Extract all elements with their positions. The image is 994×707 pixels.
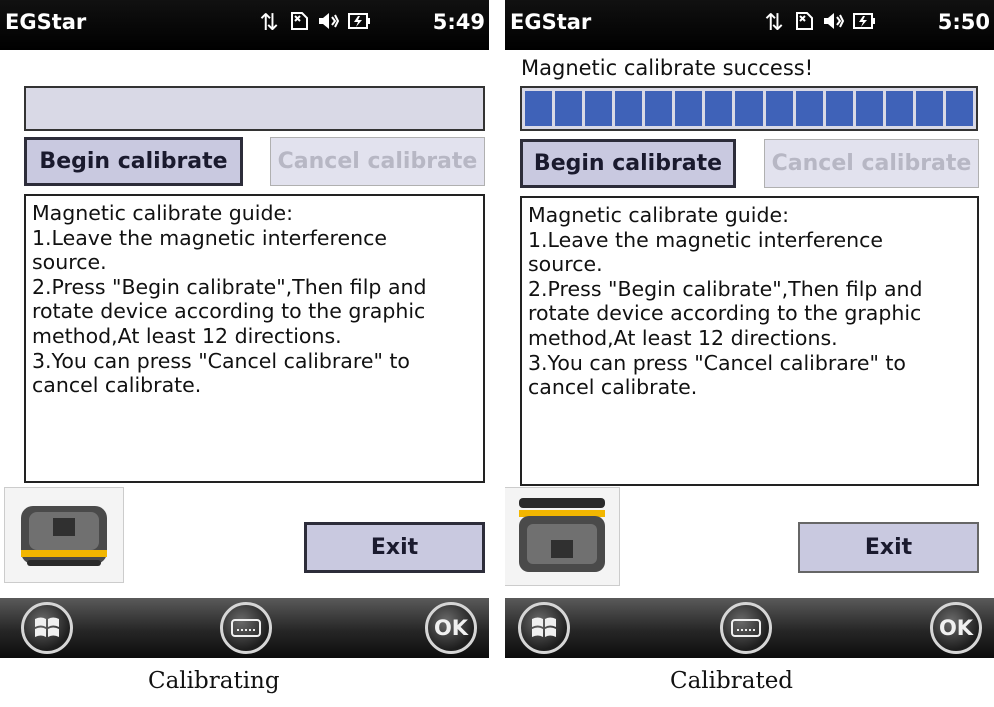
keyboard-button[interactable]	[220, 602, 272, 654]
clock: 5:50	[937, 10, 990, 34]
status-icons: ⇅	[257, 10, 371, 38]
title-bar: EGStar ⇅ 5:50	[505, 0, 994, 50]
battery-icon[interactable]	[852, 10, 876, 38]
guide-line: rotate device according to the graphic	[32, 299, 426, 324]
begin-calibrate-button[interactable]: Begin calibrate	[24, 137, 243, 186]
calibrating-screen: EGStar ⇅ 5:49 Begin calibrate Cancel cal…	[0, 0, 489, 658]
start-button[interactable]	[518, 602, 570, 654]
guide-line: cancel calibrate.	[32, 373, 202, 398]
taskbar: OK	[505, 598, 994, 658]
cancel-calibrate-button[interactable]: Cancel calibrate	[270, 137, 485, 186]
guide-line: method,At least 12 directions.	[528, 325, 838, 350]
volume-icon[interactable]	[822, 10, 846, 38]
progress-segment	[945, 91, 973, 126]
progress-segment	[765, 91, 793, 126]
keyboard-button[interactable]	[720, 602, 772, 654]
progress-segment	[615, 91, 643, 126]
exit-button[interactable]: Exit	[304, 522, 485, 573]
calibration-progress-bar	[24, 86, 485, 131]
no-sim-icon[interactable]	[792, 10, 816, 38]
cancel-calibrate-button[interactable]: Cancel calibrate	[764, 139, 979, 188]
progress-segment	[915, 91, 943, 126]
progress-segment	[795, 91, 823, 126]
progress-segment	[825, 91, 853, 126]
sync-icon[interactable]: ⇅	[762, 10, 786, 38]
guide-line: 2.Press "Begin calibrate",Then filp and	[528, 276, 923, 301]
app-title: EGStar	[5, 10, 87, 34]
device-orientation-image	[505, 487, 620, 586]
taskbar: OK	[0, 598, 489, 658]
guide-line: 3.You can press "Cancel calibrare" to	[32, 348, 410, 373]
progress-segment	[855, 91, 883, 126]
keyboard-icon	[731, 619, 761, 637]
no-sim-icon[interactable]	[287, 10, 311, 38]
sync-icon[interactable]: ⇅	[257, 10, 281, 38]
windows-logo-icon	[35, 617, 59, 637]
caption-calibrated: Calibrated	[670, 668, 794, 694]
exit-button[interactable]: Exit	[798, 522, 979, 573]
guide-line: 3.You can press "Cancel calibrare" to	[528, 350, 906, 375]
status-message: Magnetic calibrate success!	[521, 56, 814, 80]
progress-segment	[675, 91, 703, 126]
progress-segment	[885, 91, 913, 126]
start-button[interactable]	[21, 602, 73, 654]
calibration-progress-bar	[520, 86, 978, 131]
calibrated-screen: EGStar ⇅ 5:50 Magnetic calibrate success…	[505, 0, 994, 658]
caption-calibrating: Calibrating	[148, 668, 280, 694]
app-title: EGStar	[510, 10, 592, 34]
battery-icon[interactable]	[347, 10, 371, 38]
guide-line: Magnetic calibrate guide:	[32, 201, 294, 225]
guide-line: Magnetic calibrate guide:	[528, 203, 790, 227]
progress-segment	[645, 91, 673, 126]
begin-calibrate-button[interactable]: Begin calibrate	[520, 139, 736, 188]
clock: 5:49	[432, 10, 485, 34]
status-icons: ⇅	[762, 10, 876, 38]
progress-segment	[585, 91, 613, 126]
device-orientation-image	[4, 487, 124, 583]
progress-fill	[525, 91, 973, 126]
guide-line: cancel calibrate.	[528, 375, 698, 400]
calibration-guide: Magnetic calibrate guide: 1.Leave the ma…	[24, 194, 485, 483]
title-bar: EGStar ⇅ 5:49	[0, 0, 489, 50]
ok-button[interactable]: OK	[930, 602, 982, 654]
volume-icon[interactable]	[317, 10, 341, 38]
progress-segment	[555, 91, 583, 126]
guide-line: source.	[32, 250, 107, 275]
windows-logo-icon	[532, 617, 556, 637]
guide-line: rotate device according to the graphic	[528, 301, 922, 326]
guide-line: 2.Press "Begin calibrate",Then filp and	[32, 274, 427, 299]
guide-line: method,At least 12 directions.	[32, 323, 342, 348]
ok-button[interactable]: OK	[425, 602, 477, 654]
guide-line: 1.Leave the magnetic interference	[528, 227, 883, 252]
guide-line: 1.Leave the magnetic interference	[32, 225, 387, 250]
keyboard-icon	[231, 619, 261, 637]
guide-line: source.	[528, 252, 603, 277]
progress-segment	[705, 91, 733, 126]
progress-segment	[525, 91, 553, 126]
progress-segment	[735, 91, 763, 126]
calibration-guide: Magnetic calibrate guide: 1.Leave the ma…	[520, 196, 979, 486]
